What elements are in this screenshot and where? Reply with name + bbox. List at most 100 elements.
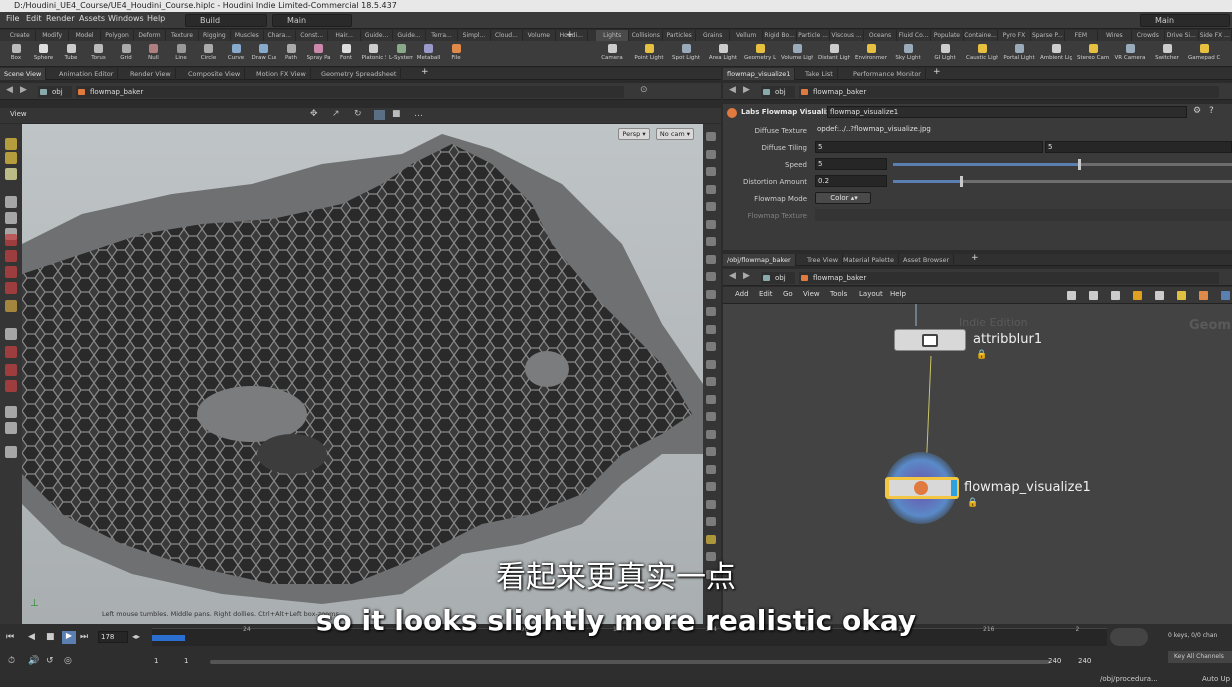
menu-file[interactable]: File — [6, 14, 19, 23]
tool-point-light[interactable]: Point Light — [633, 43, 665, 66]
net-menu-tools[interactable]: Tools — [830, 290, 847, 298]
tool-curve[interactable]: Curve — [224, 43, 248, 66]
tool-draw-curve[interactable]: Draw Curve — [252, 43, 276, 66]
start-frame[interactable]: 1 — [154, 657, 158, 665]
tool-line[interactable]: Line — [169, 43, 193, 66]
display-option-icon-21[interactable] — [706, 499, 716, 509]
shelf-tab-14[interactable]: Simpl... — [458, 30, 491, 41]
shelf-tab-right-6[interactable]: Particle ... — [797, 30, 831, 41]
tab-0[interactable]: flowmap_visualize1 — [723, 68, 796, 80]
end-frame[interactable]: 240 — [1048, 657, 1061, 665]
add-tab-icon[interactable]: + — [933, 67, 941, 77]
net-forward-icon[interactable]: ▶ — [743, 271, 750, 281]
shelf-tab-right-16[interactable]: Crowds — [1132, 30, 1166, 41]
start-frame-2[interactable]: 1 — [184, 657, 188, 665]
tool-area-light[interactable]: Area Light — [707, 43, 739, 66]
display-option-icon-7[interactable] — [706, 254, 716, 264]
tool-gamepad-camera[interactable]: Gamepad Camera — [1188, 43, 1220, 66]
net-path-obj[interactable]: obj — [761, 272, 795, 284]
shelf-tab-3[interactable]: Polygon — [101, 30, 134, 41]
distortion-slider[interactable] — [893, 176, 1232, 187]
parm-forward-icon[interactable]: ▶ — [743, 85, 750, 95]
net-tool-icon-1[interactable] — [1089, 291, 1098, 300]
net-tool-icon-7[interactable] — [1221, 291, 1230, 300]
left-tool-icon-14[interactable] — [5, 380, 17, 392]
display-option-icon-18[interactable] — [706, 447, 716, 456]
tool-switcher[interactable]: Switcher — [1151, 43, 1183, 66]
node-name-field[interactable]: flowmap_visualize1 — [827, 106, 1187, 118]
attribblur-node[interactable] — [894, 329, 966, 351]
key-all-channels-button[interactable]: Key All Channels — [1168, 651, 1232, 663]
display-option-icon-6[interactable] — [706, 237, 716, 246]
shelf-tab-2[interactable]: Model — [69, 30, 102, 41]
left-tool-icon-16[interactable] — [5, 422, 17, 434]
shelf-tab-9[interactable]: Const... — [296, 30, 329, 41]
distortion-field[interactable]: 0.2 — [815, 175, 887, 187]
flowmap-texture-field[interactable] — [815, 209, 1232, 221]
left-tool-icon-12[interactable] — [5, 346, 17, 358]
tool-box[interactable]: Box — [4, 43, 28, 66]
view-mode-icon[interactable] — [374, 110, 385, 120]
tab-2[interactable]: Material Palette — [839, 254, 899, 266]
tool-torus[interactable]: Torus — [87, 43, 111, 66]
speed-field[interactable]: 5 — [815, 158, 887, 170]
tab-0[interactable]: /obj/flowmap_baker — [723, 254, 796, 266]
shelf-tab-right-15[interactable]: Wires — [1098, 30, 1132, 41]
display-flag[interactable] — [951, 480, 957, 496]
shelf-tab-right-3[interactable]: Grains — [696, 30, 730, 41]
shelf-tab-8[interactable]: Chara... — [264, 30, 296, 41]
tool-portal-light[interactable]: Portal Light — [1003, 43, 1035, 66]
shelf-tab-right-13[interactable]: Sparse P... — [1031, 30, 1065, 41]
more-icon[interactable]: … — [414, 109, 423, 119]
tool-stereo-camera[interactable]: Stereo Camera — [1077, 43, 1109, 66]
tab-4[interactable]: Motion FX View — [252, 68, 311, 80]
tab-1[interactable]: Take List — [801, 68, 838, 80]
tool-metaball[interactable]: Metaball — [417, 43, 441, 66]
left-tool-icon-6[interactable] — [5, 234, 17, 246]
shelf-tab-7[interactable]: Muscles — [231, 30, 264, 41]
display-option-icon-20[interactable] — [706, 482, 716, 491]
left-tool-icon-3[interactable] — [5, 196, 17, 208]
select-tool-icon[interactable]: ✥ — [310, 109, 318, 119]
display-option-icon-8[interactable] — [706, 272, 716, 281]
gear-icon[interactable]: ⚙ — [1193, 106, 1201, 116]
path-obj[interactable]: obj — [38, 86, 72, 98]
forward-arrow-icon[interactable]: ▶ — [20, 85, 27, 95]
shelf-tab-1[interactable]: Modify — [36, 30, 69, 41]
shelf-tab-11[interactable]: Guide... — [361, 30, 394, 41]
display-option-icon-19[interactable] — [706, 464, 716, 474]
tool-environment-light[interactable]: Environment Light — [855, 43, 887, 66]
diffuse-tiling-y-field[interactable]: 5 — [1045, 141, 1232, 153]
camera-button[interactable]: No cam ▾ — [656, 128, 694, 140]
net-tool-icon-0[interactable] — [1067, 291, 1076, 300]
add-shelf-icon[interactable]: + — [566, 30, 574, 40]
left-tool-icon-9[interactable] — [5, 282, 17, 294]
menu-windows[interactable]: Windows — [108, 14, 144, 23]
display-option-icon-22[interactable] — [706, 517, 716, 526]
display-option-icon-10[interactable] — [706, 307, 716, 316]
tool-camera[interactable]: Camera — [596, 43, 628, 66]
display-option-icon-11[interactable] — [706, 324, 716, 334]
menu-render[interactable]: Render — [46, 14, 74, 23]
shelf-tab-5[interactable]: Texture — [166, 30, 199, 41]
display-option-icon-2[interactable] — [706, 167, 716, 176]
left-tool-icon-4[interactable] — [5, 212, 17, 224]
add-tab-icon[interactable]: + — [971, 253, 979, 263]
left-tool-icon-15[interactable] — [5, 406, 17, 418]
tab-1[interactable]: Tree View — [803, 254, 844, 266]
shelf-tab-right-7[interactable]: Viscous ... — [830, 30, 864, 41]
tool-spray-paint[interactable]: Spray Paint — [307, 43, 331, 66]
shelf-tab-right-17[interactable]: Drive Si... — [1165, 30, 1199, 41]
end-frame-2[interactable]: 240 — [1078, 657, 1091, 665]
help-icon[interactable]: ? — [1209, 106, 1214, 116]
shelf-tab-right-11[interactable]: Containe... — [964, 30, 998, 41]
tool-circle[interactable]: Circle — [197, 43, 221, 66]
left-tool-icon-7[interactable] — [5, 250, 17, 262]
left-tool-icon-10[interactable] — [5, 300, 17, 312]
shelf-tab-10[interactable]: Hair... — [328, 30, 361, 41]
tool-volume-light[interactable]: Volume Light — [781, 43, 813, 66]
tool-sky-light[interactable]: Sky Light — [892, 43, 924, 66]
tool-platonic-solids[interactable]: Platonic Solids — [362, 43, 386, 66]
tab-0[interactable]: Scene View — [0, 68, 47, 80]
display-option-icon-3[interactable] — [706, 184, 716, 194]
